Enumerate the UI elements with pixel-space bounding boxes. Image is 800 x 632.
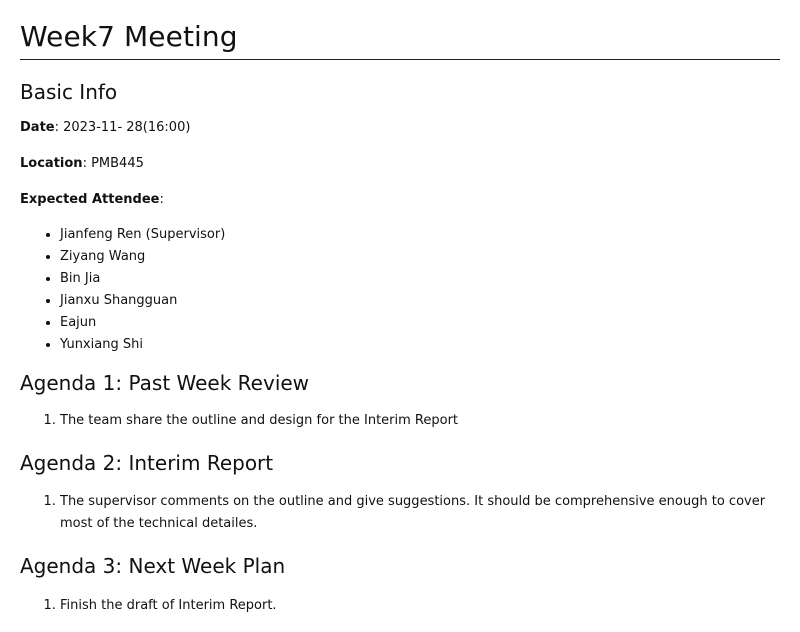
attendee-label: Expected Attendee xyxy=(20,192,160,207)
attendee-list: Jianfeng Ren (Supervisor) Ziyang Wang Bi… xyxy=(20,224,780,356)
location-label: Location xyxy=(20,156,83,171)
agenda3-list: Finish the draft of Interim Report. xyxy=(20,595,780,617)
agenda2-list: The supervisor comments on the outline a… xyxy=(20,491,780,535)
attendee-item: Ziyang Wang xyxy=(60,246,780,268)
agenda1-list: The team share the outline and design fo… xyxy=(20,410,780,432)
agenda2-item: The supervisor comments on the outline a… xyxy=(60,491,780,535)
date-label: Date xyxy=(20,120,55,135)
document: Week7 Meeting Basic Info Date: 2023-11- … xyxy=(20,0,780,617)
attendee-item: Jianxu Shangguan xyxy=(60,290,780,312)
page-title: Week7 Meeting xyxy=(20,18,780,60)
agenda1-heading: Agenda 1: Past Week Review xyxy=(20,371,310,395)
location-line: Location: PMB445 xyxy=(20,155,780,173)
basic-info-heading: Basic Info xyxy=(20,80,118,104)
agenda3-heading: Agenda 3: Next Week Plan xyxy=(20,554,286,578)
attendee-item: Jianfeng Ren (Supervisor) xyxy=(60,224,780,246)
date-value: : 2023-11- 28(16:00) xyxy=(54,120,191,135)
attendee-item: Bin Jia xyxy=(60,268,780,290)
attendee-line: Expected Attendee: xyxy=(20,191,780,209)
agenda1-item: The team share the outline and design fo… xyxy=(60,410,780,432)
attendee-item: Eajun xyxy=(60,312,780,334)
attendee-suffix: : xyxy=(159,192,164,207)
location-value: : PMB445 xyxy=(82,156,144,171)
attendee-item: Yunxiang Shi xyxy=(60,334,780,356)
agenda2-heading: Agenda 2: Interim Report xyxy=(20,451,274,475)
date-line: Date: 2023-11- 28(16:00) xyxy=(20,119,780,137)
agenda3-item: Finish the draft of Interim Report. xyxy=(60,595,780,617)
